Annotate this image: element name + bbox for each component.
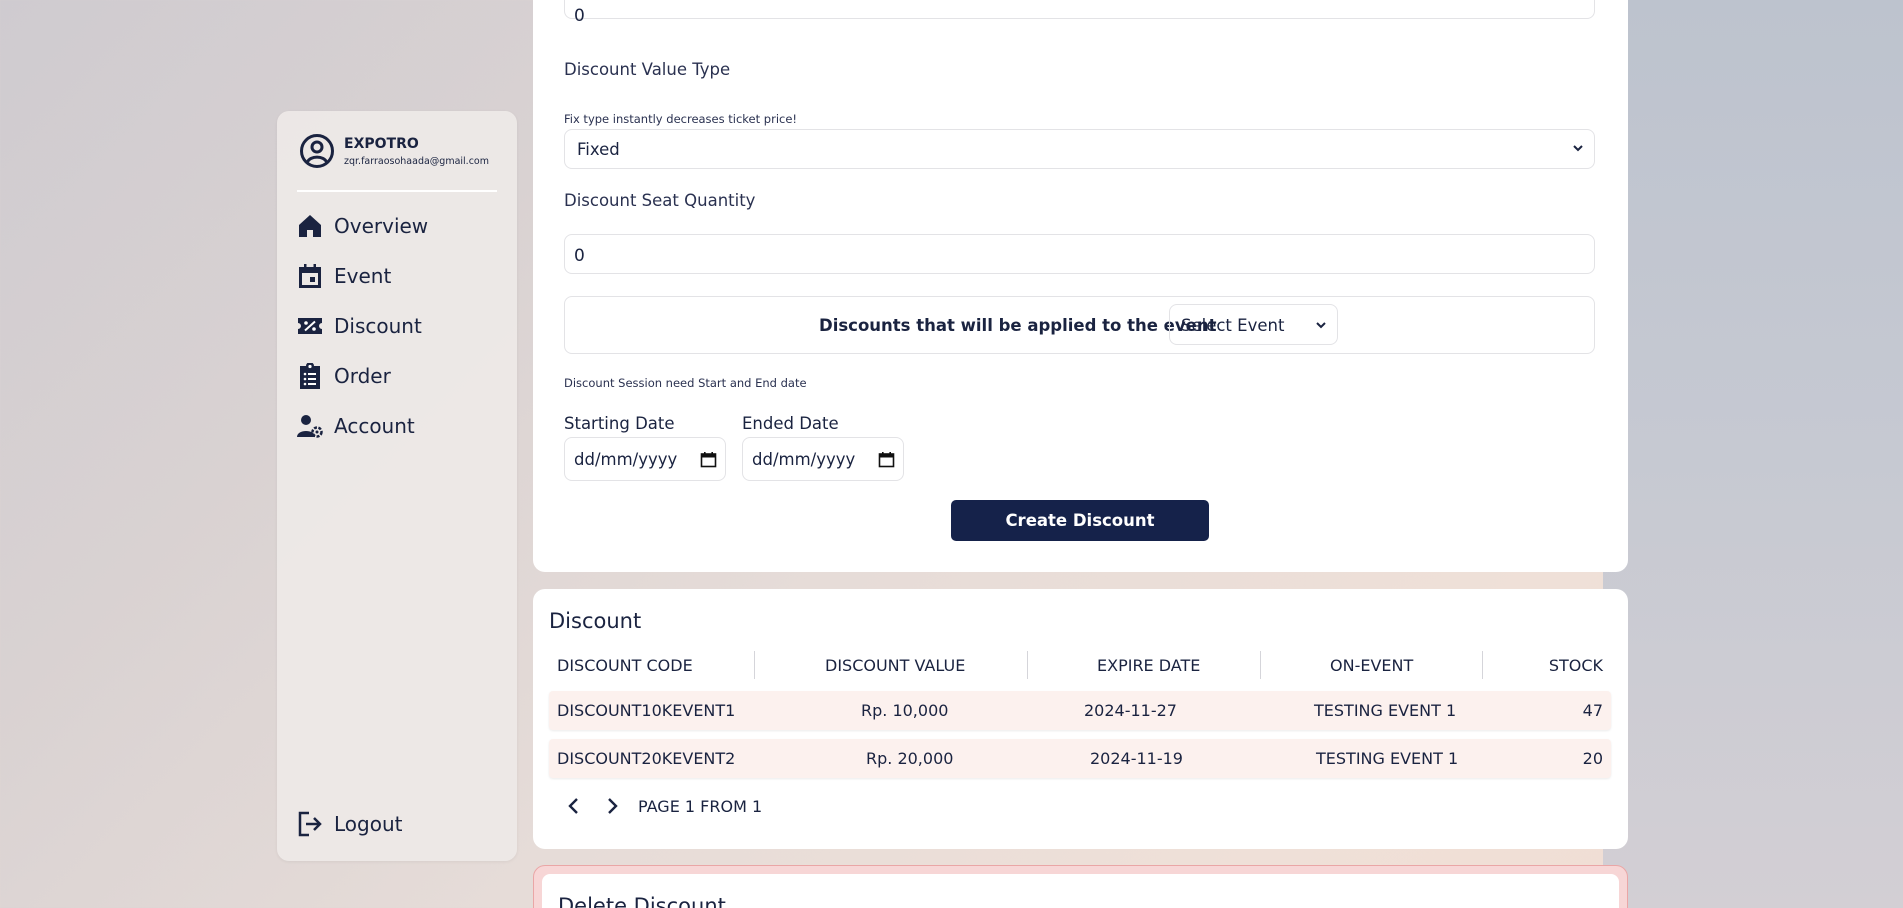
sidebar: EXPOTRO zqr.farraosohaada@gmail.com Over… [277,111,517,861]
cell-value: Rp. 10,000 [861,701,949,720]
event-select-value: Select Event [1181,316,1285,335]
header-separator [754,651,755,679]
cell-code: DISCOUNT10KEVENT1 [557,701,736,720]
header-discount-value: DISCOUNT VALUE [825,656,966,675]
chevron-left-icon[interactable] [564,796,584,816]
sidebar-item-event[interactable]: Event [297,263,391,289]
header-separator [1027,651,1028,679]
header-discount-code: DISCOUNT CODE [557,656,693,675]
profile-name: EXPOTRO [344,135,419,152]
cell-stock: 20 [1582,749,1603,768]
event-select[interactable]: Select Event [1169,304,1338,345]
start-date-label: Starting Date [564,414,675,433]
calendar-icon [299,264,321,288]
discount-ticket-icon [298,318,322,334]
value-type-selected: Fixed [577,140,620,159]
calendar-icon[interactable] [700,451,717,468]
sidebar-item-label: Account [334,414,415,438]
start-date-placeholder: dd/mm/yyyy [574,450,678,469]
sidebar-divider [297,190,497,192]
header-separator [1482,651,1483,679]
create-discount-button[interactable]: Create Discount [951,500,1209,541]
cell-event: TESTING EVENT 1 [1314,701,1457,720]
table-row[interactable]: DISCOUNT20KEVENT2 Rp. 20,000 2024-11-19 … [549,739,1611,778]
delete-discount-card: Delete Discount [533,865,1628,908]
user-gear-icon [297,415,323,438]
sidebar-item-label: Event [334,264,392,288]
seat-qty-label: Discount Seat Quantity [564,191,756,210]
table-title: Discount [549,609,642,633]
logout-label: Logout [334,812,403,836]
event-selector-box: Discounts that will be applied to the ev… [564,296,1595,354]
session-hint: Discount Session need Start and End date [564,376,807,390]
chevron-right-icon[interactable] [602,796,622,816]
header-separator [1260,651,1261,679]
start-date-input[interactable]: dd/mm/yyyy [564,437,726,481]
clipboard-list-icon [300,363,320,389]
profile-email: zqr.farraosohaada@gmail.com [344,155,489,167]
create-discount-form: 0 Discount Value Type Fix type instantly… [533,0,1628,572]
seat-qty-input[interactable]: 0 [564,234,1595,274]
pager-text: PAGE 1 FROM 1 [638,796,763,816]
value-type-hint: Fix type instantly decreases ticket pric… [564,112,798,126]
sidebar-item-label: Discount [334,314,422,338]
header-expire-date: EXPIRE DATE [1097,656,1201,675]
header-stock: STOCK [1548,656,1603,675]
seat-qty-value: 0 [574,246,585,266]
end-date-placeholder: dd/mm/yyyy [752,450,856,469]
sidebar-item-label: Overview [334,214,429,238]
cell-event: TESTING EVENT 1 [1316,749,1459,768]
logout-icon [298,811,322,837]
table-header: DISCOUNT CODE DISCOUNT VALUE EXPIRE DATE… [549,651,1611,679]
chevron-down-icon [1573,145,1583,152]
table-row[interactable]: DISCOUNT10KEVENT1 Rp. 10,000 2024-11-27 … [549,691,1611,730]
cell-code: DISCOUNT20KEVENT2 [557,749,736,768]
discount-table-card: Discount DISCOUNT CODE DISCOUNT VALUE EX… [533,589,1628,849]
sidebar-item-account[interactable]: Account [297,413,415,439]
cell-value: Rp. 20,000 [866,749,954,768]
cell-expire: 2024-11-19 [1090,749,1183,768]
sidebar-item-label: Order [334,364,391,388]
delete-discount-title: Delete Discount [558,894,726,908]
cell-expire: 2024-11-27 [1084,701,1177,720]
logout-button[interactable]: Logout [297,811,402,837]
cell-stock: 47 [1582,701,1603,720]
header-on-event: ON-EVENT [1330,656,1414,675]
value-type-select[interactable]: Fixed [564,129,1595,169]
sidebar-item-overview[interactable]: Overview [297,213,428,239]
value-type-label: Discount Value Type [564,60,731,79]
top-value-text: 0 [574,6,585,26]
end-date-label: Ended Date [742,414,839,433]
top-value-input[interactable]: 0 [564,0,1595,26]
user-circle-icon [300,134,334,168]
pagination: PAGE 1 FROM 1 [564,796,762,816]
end-date-input[interactable]: dd/mm/yyyy [742,437,904,481]
delete-discount-inner: Delete Discount [542,874,1619,908]
calendar-icon[interactable] [878,451,895,468]
home-icon [299,215,321,237]
sidebar-item-order[interactable]: Order [297,363,391,389]
event-label: Discounts that will be applied to the ev… [819,316,1217,335]
chevron-down-icon [1316,322,1326,329]
sidebar-item-discount[interactable]: Discount [297,313,422,339]
profile[interactable]: EXPOTRO zqr.farraosohaada@gmail.com [299,133,489,169]
